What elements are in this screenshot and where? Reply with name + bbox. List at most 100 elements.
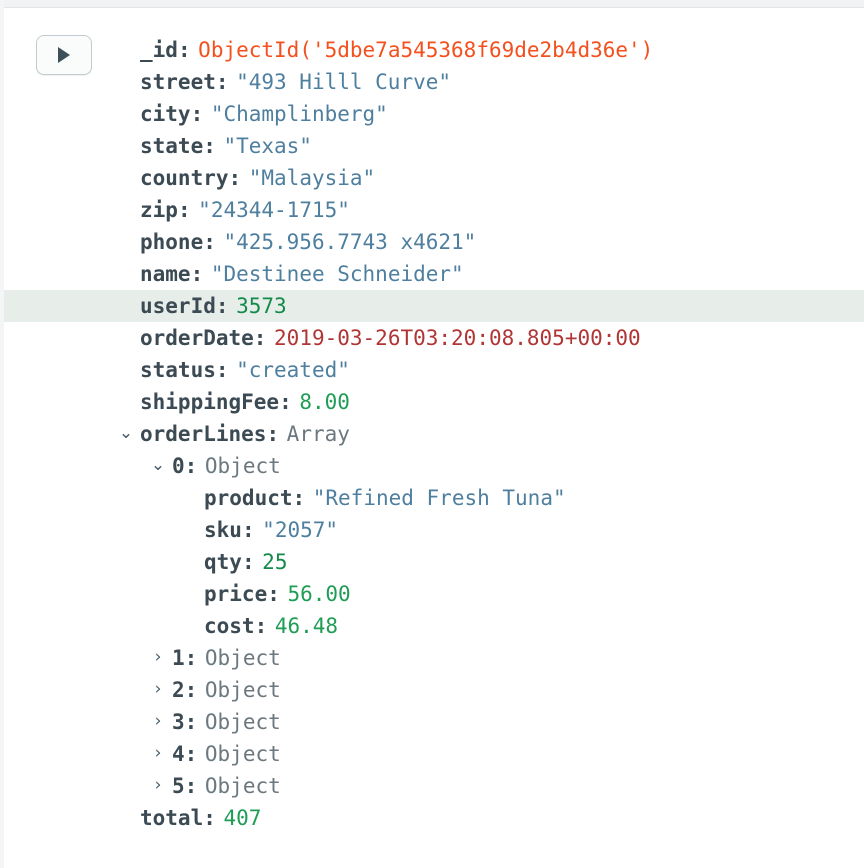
field-colon: : <box>184 454 198 478</box>
field-name: name: "Destinee Schneider" <box>0 258 464 290</box>
field-row-status[interactable]: status: "created" <box>0 354 864 386</box>
field-key: city <box>140 102 191 126</box>
array-item-type: Object <box>204 454 281 478</box>
field-value: "2057" <box>262 518 339 542</box>
array-index: 1 <box>172 646 185 670</box>
document-viewer: _id: ObjectId('5dbe7a545368f69de2b4d36e')… <box>0 0 864 868</box>
array-index: 0 <box>172 454 185 478</box>
json-document-tree: _id: ObjectId('5dbe7a545368f69de2b4d36e')… <box>0 34 864 834</box>
field-total: total: 407 <box>0 802 261 834</box>
field-row-zip[interactable]: zip: "24344-1715" <box>0 194 864 226</box>
expand-all-button[interactable] <box>36 35 92 75</box>
field-state: state: "Texas" <box>0 130 312 162</box>
field-row-qty[interactable]: qty: 25 <box>0 546 864 578</box>
field-colon: : <box>184 678 198 702</box>
field-colon: : <box>292 486 306 510</box>
field-row-userid[interactable]: userId: 3573 <box>0 290 864 322</box>
field-colon: : <box>215 358 229 382</box>
field-key: userId <box>140 294 216 318</box>
field-row-city[interactable]: city: "Champlinberg" <box>0 98 864 130</box>
array-item-row-2[interactable]: › 2: Object <box>0 674 864 706</box>
array-item-3: 3: Object <box>0 706 281 738</box>
array-item-type: Object <box>204 678 281 702</box>
field-city: city: "Champlinberg" <box>0 98 388 130</box>
array-item-type: Object <box>204 710 281 734</box>
field-value: 2019-03-26T03:20:08.805+00:00 <box>274 326 641 350</box>
field-key: status <box>140 358 216 382</box>
array-item-row-5[interactable]: › 5: Object <box>0 770 864 802</box>
field-row-phone[interactable]: phone: "425.956.7743 x4621" <box>0 226 864 258</box>
field-value: 407 <box>223 806 262 830</box>
field-price: price: 56.00 <box>0 578 351 610</box>
field-key: zip <box>140 198 178 222</box>
field-value: "425.956.7743 x4621" <box>223 230 477 254</box>
array-item-row-4[interactable]: › 4: Object <box>0 738 864 770</box>
play-icon <box>58 47 70 63</box>
array-item-0: 0: Object <box>0 450 281 482</box>
field-colon: : <box>184 710 198 734</box>
field-row-sku[interactable]: sku: "2057" <box>0 514 864 546</box>
field-colon: : <box>190 262 204 286</box>
field-row-street[interactable]: street: "493 Hilll Curve" <box>0 66 864 98</box>
field-colon: : <box>177 198 191 222</box>
field-country: country: "Malaysia" <box>0 162 375 194</box>
field-colon: : <box>266 422 280 446</box>
field-zip: zip: "24344-1715" <box>0 194 350 226</box>
field-value: "Destinee Schneider" <box>210 262 464 286</box>
array-item-1: 1: Object <box>0 642 281 674</box>
field-row-cost[interactable]: cost: 46.48 <box>0 610 864 642</box>
array-item-type: Object <box>204 646 281 670</box>
field-orderlines: orderLines: Array <box>0 418 350 450</box>
field-qty: qty: 25 <box>0 546 287 578</box>
field-key: country <box>140 166 229 190</box>
toolbar-band <box>0 0 864 8</box>
field-userid: userId: 3573 <box>0 290 287 322</box>
field-colon: : <box>190 102 204 126</box>
field-row-state[interactable]: state: "Texas" <box>0 130 864 162</box>
field-key: _id <box>140 38 178 62</box>
field-row-price[interactable]: price: 56.00 <box>0 578 864 610</box>
field-row-_id[interactable]: _id: ObjectId('5dbe7a545368f69de2b4d36e') <box>0 34 864 66</box>
field-value: 46.48 <box>274 614 339 638</box>
array-item-type: Object <box>204 774 281 798</box>
field-key: street <box>140 70 216 94</box>
field-value: 8.00 <box>299 390 350 414</box>
field-row-orderlines[interactable]: ⌄ orderLines: Array <box>0 418 864 450</box>
field-colon: : <box>215 70 229 94</box>
field-colon: : <box>267 582 280 606</box>
field-colon: : <box>215 294 229 318</box>
array-item-row-3[interactable]: › 3: Object <box>0 706 864 738</box>
field-_id: _id: ObjectId('5dbe7a545368f69de2b4d36e') <box>0 34 653 66</box>
array-item-type: Object <box>204 742 281 766</box>
field-value: "Refined Fresh Tuna" <box>312 486 566 510</box>
field-row-orderdate[interactable]: orderDate: 2019-03-26T03:20:08.805+00:00 <box>0 322 864 354</box>
field-sku: sku: "2057" <box>0 514 338 546</box>
field-key: shippingFee <box>140 390 280 414</box>
field-value: "24344-1715" <box>198 198 350 222</box>
array-item-2: 2: Object <box>0 674 281 706</box>
field-key: orderLines <box>140 422 267 446</box>
field-colon: : <box>203 230 216 254</box>
field-row-country[interactable]: country: "Malaysia" <box>0 162 864 194</box>
field-colon: : <box>184 742 198 766</box>
field-key: orderDate <box>140 326 254 350</box>
field-key: state <box>140 134 204 158</box>
field-row-product[interactable]: product: "Refined Fresh Tuna" <box>0 482 864 514</box>
field-value: ObjectId('5dbe7a545368f69de2b4d36e') <box>198 38 654 62</box>
field-key: product <box>204 486 293 510</box>
field-value: "Malaysia" <box>248 166 376 190</box>
field-key: price <box>204 582 268 606</box>
field-colon: : <box>241 550 255 574</box>
field-row-shippingfee[interactable]: shippingFee: 8.00 <box>0 386 864 418</box>
array-index: 3 <box>172 710 185 734</box>
left-gutter-rail <box>0 0 4 868</box>
field-colon: : <box>279 390 292 414</box>
field-colon: : <box>253 326 267 350</box>
array-item-row-0[interactable]: ⌄ 0: Object <box>0 450 864 482</box>
field-row-name[interactable]: name: "Destinee Schneider" <box>0 258 864 290</box>
array-item-5: 5: Object <box>0 770 281 802</box>
field-row-total[interactable]: total: 407 <box>0 802 864 834</box>
array-item-row-1[interactable]: › 1: Object <box>0 642 864 674</box>
field-value: "493 Hilll Curve" <box>236 70 452 94</box>
array-index: 2 <box>172 678 185 702</box>
